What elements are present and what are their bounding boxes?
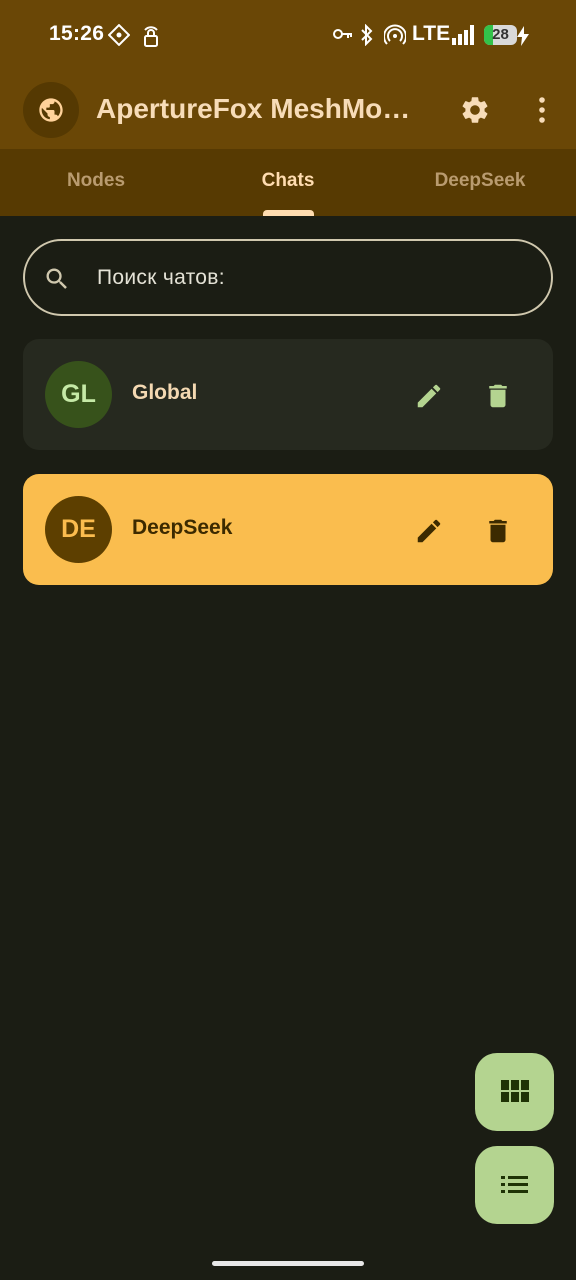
delete-chat-button[interactable] [480, 378, 516, 414]
battery-level: 28 [492, 26, 509, 43]
hotspot-icon [384, 24, 406, 45]
chat-name: DeepSeek [132, 516, 233, 539]
search-icon [46, 268, 67, 289]
bluetooth-icon [361, 24, 373, 46]
pencil-icon [417, 519, 441, 543]
charging-bolt-icon [517, 26, 529, 46]
list-view-button[interactable] [475, 1146, 554, 1224]
list-view-icon [500, 1176, 528, 1193]
edit-chat-button[interactable] [411, 378, 447, 414]
signal-bars-icon [452, 25, 474, 45]
lock-signal-icon [144, 26, 158, 47]
settings-button[interactable] [455, 90, 495, 130]
tab-bar: Nodes Chats DeepSeek [0, 149, 576, 216]
tab-chats[interactable]: Chats [192, 149, 384, 216]
app-bar: ApertureFox MeshMobile [0, 72, 576, 149]
chat-name: Global [132, 381, 198, 404]
battery-icon: 28 [484, 25, 517, 45]
delete-chat-button[interactable] [480, 513, 516, 549]
key-icon [333, 29, 352, 39]
avatar: DE [45, 496, 112, 563]
app-logo [23, 82, 79, 138]
gear-icon [462, 97, 488, 123]
trash-icon [489, 519, 507, 543]
more-vert-icon [539, 97, 545, 123]
edit-chat-button[interactable] [411, 513, 447, 549]
globe-icon [39, 98, 63, 122]
network-type: LTE [412, 22, 451, 45]
chat-item-global[interactable]: GL Global [23, 339, 553, 450]
tab-nodes[interactable]: Nodes [0, 149, 192, 216]
grid-view-icon [500, 1080, 529, 1102]
app-title: ApertureFox MeshMobile [96, 93, 426, 124]
avatar: GL [45, 361, 112, 428]
search-bar[interactable] [23, 239, 553, 316]
home-indicator[interactable] [212, 1261, 364, 1266]
search-input[interactable] [97, 261, 517, 295]
sim-diamond-icon [108, 24, 130, 46]
status-time: 15:26 [49, 22, 105, 45]
pencil-icon [417, 384, 441, 408]
trash-icon [489, 384, 507, 408]
active-tab-indicator [263, 210, 314, 216]
grid-view-button[interactable] [475, 1053, 554, 1131]
tab-deepseek[interactable]: DeepSeek [384, 149, 576, 216]
chat-item-deepseek[interactable]: DE DeepSeek [23, 474, 553, 585]
status-bar: 15:26 LTE 28 [0, 0, 576, 72]
more-options-button[interactable] [524, 90, 560, 130]
